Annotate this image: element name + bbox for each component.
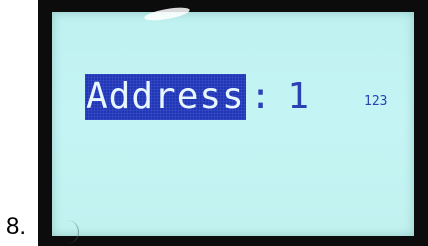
lcd-screen: Address : 1 123 bbox=[52, 5, 414, 244]
screen-glare bbox=[143, 5, 191, 23]
label-separator: : bbox=[249, 76, 272, 117]
address-value: 1 bbox=[287, 76, 310, 117]
device-frame: Address : 1 123 bbox=[38, 0, 428, 246]
address-label: Address bbox=[85, 74, 246, 120]
input-mode-indicator: 123 bbox=[364, 94, 388, 109]
address-row: Address : 1 bbox=[85, 74, 309, 120]
page: 8. Address : 1 123 bbox=[0, 0, 428, 246]
screen-corner-mark bbox=[66, 220, 79, 244]
step-number: 8. bbox=[6, 213, 27, 240]
